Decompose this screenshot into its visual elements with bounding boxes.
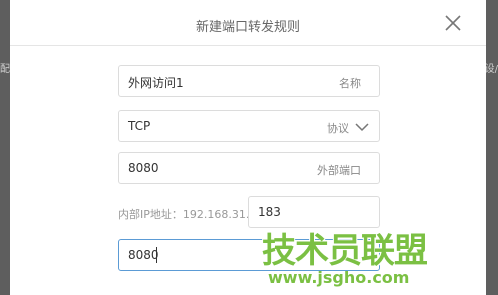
- dialog-header: 新建端口转发规则: [10, 0, 486, 46]
- background-text-fragment-right: 设/: [484, 64, 498, 75]
- internal-ip-last-octet-value: 183: [258, 205, 281, 219]
- chevron-down-icon: [355, 123, 369, 132]
- watermark-logo-text: 技术员联盟: [262, 231, 428, 271]
- internal-ip-label: 内部IP地址：192.168.31.: [118, 208, 250, 221]
- external-port-hint: 外部端口: [317, 164, 361, 177]
- rule-name-hint: 名称: [339, 77, 361, 90]
- page-backdrop-right: [486, 0, 498, 295]
- external-port-input[interactable]: 8080 外部端口: [118, 152, 380, 184]
- protocol-hint: 协议: [327, 122, 349, 135]
- internal-port-value: 8080: [128, 248, 159, 262]
- text-cursor: [156, 247, 157, 263]
- rule-name-value: 外网访问1: [128, 76, 184, 90]
- page-backdrop-left: [0, 0, 10, 295]
- protocol-select[interactable]: TCP 协议: [118, 110, 380, 142]
- rule-name-input[interactable]: 外网访问1 名称: [118, 65, 380, 97]
- close-icon[interactable]: [442, 12, 464, 34]
- dialog-title: 新建端口转发规则: [195, 20, 300, 35]
- background-text-fragment-left: 配: [0, 64, 10, 75]
- protocol-value: TCP: [128, 119, 151, 133]
- watermark-url: www.jsgho.com: [268, 268, 410, 287]
- external-port-value: 8080: [128, 161, 159, 175]
